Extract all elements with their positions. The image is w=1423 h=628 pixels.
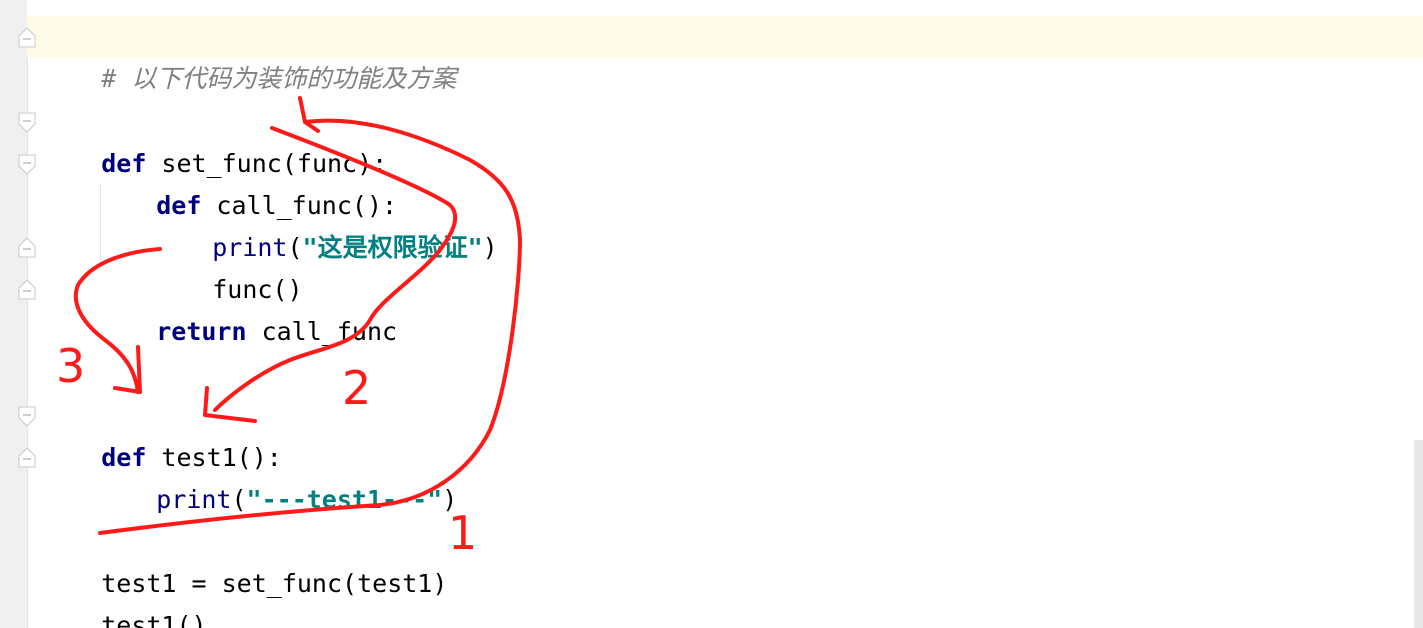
comment-text: # 以下代码为装饰的功能及方案 (101, 64, 457, 93)
code-editor[interactable]: # 以下代码为装饰的功能及方案 def set_func(func): def … (0, 0, 1423, 628)
code-line-print-test1[interactable]: print("---test1---") (96, 437, 457, 514)
code-line-assign[interactable]: test1 = set_func(test1) (41, 521, 447, 598)
keyword: return (156, 317, 247, 346)
editor-top-strip (27, 0, 1423, 16)
code-line-def-call-func[interactable]: def call_func(): (96, 143, 397, 220)
editor-gutter (0, 0, 28, 628)
fold-end-icon[interactable] (18, 26, 36, 48)
fold-end-icon[interactable] (18, 278, 36, 300)
fold-start-icon[interactable] (18, 112, 36, 134)
fold-start-icon[interactable] (18, 154, 36, 176)
paren-close: ) (482, 233, 498, 262)
code-text: test1() (101, 611, 207, 628)
fold-end-icon[interactable] (18, 446, 36, 468)
code-line-print-auth[interactable]: print("这是权限验证") (152, 185, 498, 262)
annotation-number-2: 2 (342, 361, 372, 415)
fold-start-icon[interactable] (18, 406, 36, 428)
string-literal: "---test1---" (246, 485, 443, 514)
fold-end-icon[interactable] (18, 236, 36, 258)
paren-open: ( (231, 485, 247, 514)
code-line-return[interactable]: return call_func (96, 269, 397, 346)
code-line-def-set-func[interactable]: def set_func(func): (41, 101, 387, 178)
code-text: call_func (246, 317, 398, 346)
annotation-number-3: 3 (56, 339, 86, 393)
vertical-scrollbar[interactable] (1414, 440, 1423, 628)
code-line-func-call[interactable]: func() (152, 227, 302, 304)
code-line-comment[interactable]: # 以下代码为装饰的功能及方案 (41, 16, 456, 93)
string-literal: "这是权限验证" (302, 233, 483, 262)
code-line-call-test1[interactable]: test1() (41, 563, 206, 628)
builtin-name: print (156, 485, 232, 514)
code-line-def-test1[interactable]: def test1(): (41, 395, 282, 472)
annotation-number-1: 1 (448, 506, 478, 560)
